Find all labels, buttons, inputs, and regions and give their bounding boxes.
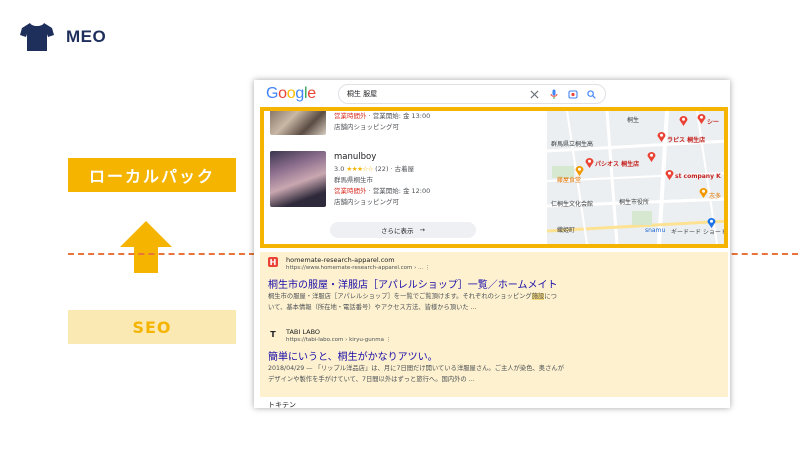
result-url[interactable]: https://www.homemate-research-apparel.co… xyxy=(286,265,431,272)
map-label-shop[interactable]: シー xyxy=(707,117,719,126)
map-pin-icon[interactable] xyxy=(699,187,708,198)
result-title[interactable]: 桐生市の服屋・洋服店［アパレルショップ］一覧／ホームメイト xyxy=(268,276,558,291)
local-map[interactable]: 桐生 群馬県立桐生高 パシオス 桐生店 ラピス 桐生店 st company K… xyxy=(547,111,724,244)
brand-label: MEO xyxy=(66,27,107,46)
listing-note: 店舗内ショッピング可 xyxy=(334,198,399,206)
map-label-shop[interactable]: 志多 xyxy=(709,191,721,200)
listing-name[interactable]: manulboy xyxy=(334,151,430,164)
listing-photo[interactable] xyxy=(270,151,326,207)
search-results-screenshot: Google 桐生 服屋 営業時間外 · 営業開始: 金 13:00 店舗内ショ… xyxy=(254,80,730,408)
favicon-icon: H xyxy=(268,257,278,267)
listing-note: 店舗内ショッピング可 xyxy=(334,123,399,131)
tshirt-icon xyxy=(20,23,54,51)
map-pin-icon[interactable] xyxy=(585,157,594,168)
map-pin-icon[interactable] xyxy=(679,115,688,126)
local-pack-panel: 営業時間外 · 営業開始: 金 13:00 店舗内ショッピング可 manulbo… xyxy=(260,107,728,248)
result-site-name[interactable]: TABI LABO xyxy=(286,328,320,336)
local-listing[interactable]: manulboy 3.0 ★★★☆☆ (22) · 古着屋 群馬県桐生市 営業時… xyxy=(270,151,540,211)
brand-header: MEO xyxy=(20,22,106,52)
map-label-shop[interactable]: ラピス 桐生店 xyxy=(667,135,705,144)
more-results-button[interactable]: さらに表示 → xyxy=(330,222,476,238)
more-options-icon: ⋮ xyxy=(425,265,431,271)
up-arrow-icon xyxy=(120,221,172,273)
camera-icon[interactable] xyxy=(568,89,578,99)
favicon-icon: T xyxy=(270,329,276,339)
listing-photo[interactable] xyxy=(270,111,326,135)
star-rating-icon: ★★★☆☆ xyxy=(346,165,374,173)
map-pin-icon[interactable] xyxy=(657,131,666,142)
map-pin-icon[interactable] xyxy=(665,169,674,180)
mic-icon[interactable] xyxy=(549,89,559,99)
listing-rating: 3.0 ★★★☆☆ (22) · 古着屋 xyxy=(334,165,415,173)
search-result[interactable]: H homemate-research-apparel.com https://… xyxy=(268,256,720,324)
map-pin-icon[interactable] xyxy=(707,217,716,228)
listing-status: 営業時間外 · 営業開始: 金 13:00 xyxy=(334,112,431,120)
map-label-restaurant[interactable]: 藤屋食堂 xyxy=(557,175,581,184)
organic-results: H homemate-research-apparel.com https://… xyxy=(260,252,728,397)
search-icon[interactable] xyxy=(587,89,597,99)
google-logo[interactable]: Google xyxy=(266,85,316,103)
result-snippet: 桐生市の服屋・洋服店［アパレルショップ］を一覧でご覧頂けます。それぞれのショッピ… xyxy=(268,293,557,311)
result-title[interactable]: 簡単にいうと、桐生がかなりアツい。 xyxy=(268,348,438,363)
result-site-name[interactable]: homemate-research-apparel.com xyxy=(286,256,395,264)
close-icon[interactable] xyxy=(530,89,540,99)
map-pin-icon[interactable] xyxy=(697,113,706,124)
local-pack-list: 営業時間外 · 営業開始: 金 13:00 店舗内ショッピング可 manulbo… xyxy=(264,111,544,244)
arrow-right-icon: → xyxy=(419,226,425,234)
result-snippet: 2018/04/29 — 「リップル洋品店」は、月に7日間だけ開いている洋服屋さ… xyxy=(268,365,564,383)
seo-label: SEO xyxy=(68,310,236,344)
map-label-shop[interactable]: パシオス 桐生店 xyxy=(595,159,639,168)
map-label-shop[interactable]: st company K xyxy=(675,173,721,180)
local-listing[interactable]: 営業時間外 · 営業開始: 金 13:00 店舗内ショッピング可 xyxy=(270,111,540,141)
next-result-partial[interactable]: トキテン xyxy=(268,400,296,408)
search-input[interactable]: 桐生 服屋 xyxy=(337,84,606,104)
listing-location: 群馬県桐生市 xyxy=(334,176,373,184)
search-query[interactable]: 桐生 服屋 xyxy=(347,89,521,99)
more-options-icon: ⋮ xyxy=(385,337,392,343)
map-pin-icon[interactable] xyxy=(575,165,584,176)
listing-status: 営業時間外 · 営業開始: 金 12:00 xyxy=(334,187,431,195)
search-result[interactable]: T TABI LABO https://tabi-labo.com › kiry… xyxy=(268,328,720,396)
map-pin-icon[interactable] xyxy=(647,151,656,162)
result-url[interactable]: https://tabi-labo.com › kiryu-gunma ⋮ xyxy=(286,337,391,344)
search-header: Google 桐生 服屋 xyxy=(254,80,730,108)
local-pack-label: ローカルパック xyxy=(68,158,236,192)
